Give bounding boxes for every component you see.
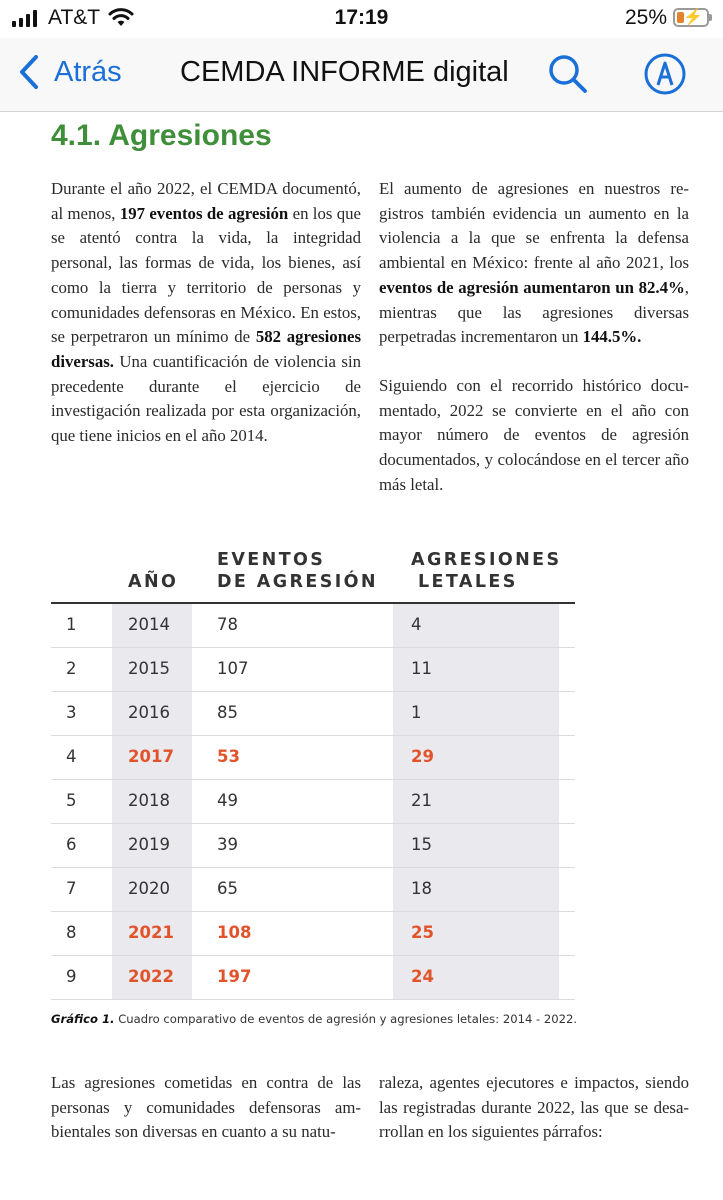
lethal-cell: 24 (411, 967, 434, 986)
row-index-cell: 7 (66, 879, 77, 898)
clock: 17:19 (334, 6, 389, 29)
events-cell: 65 (217, 879, 238, 898)
back-button[interactable]: Atrás (18, 54, 122, 90)
table-row: 4 2017 53 29 (51, 736, 575, 780)
lethal-cell: 1 (411, 703, 422, 722)
lethal-cell: 4 (411, 615, 422, 634)
table-caption: Gráfico 1. Cuadro comparativo de eventos… (51, 1012, 578, 1026)
row-index-cell: 3 (66, 703, 77, 722)
events-cell: 85 (217, 703, 238, 722)
year-cell: 2020 (128, 879, 170, 898)
search-icon[interactable] (546, 52, 590, 96)
year-cell: 2014 (128, 615, 170, 634)
row-index-cell: 8 (66, 923, 77, 942)
markup-pen-icon[interactable] (643, 52, 687, 96)
table-row: 7 2020 65 18 (51, 868, 575, 912)
battery-charging-icon: ⚡ (673, 8, 712, 27)
row-index-cell: 9 (66, 967, 77, 986)
table-row: 3 2016 85 1 (51, 692, 575, 736)
header-events-line2: DE AGRESIÓN (217, 572, 378, 592)
header-lethal-line1: AGRESIONES (411, 550, 562, 570)
lethal-cell: 25 (411, 923, 434, 942)
back-button-label: Atrás (54, 55, 122, 88)
events-cell: 53 (217, 747, 240, 766)
table-row: 6 2019 39 15 (51, 824, 575, 868)
intro-right-column: El aumento de agresiones en nuestros re­… (379, 177, 689, 497)
year-cell: 2017 (128, 747, 174, 766)
document-title: CEMDA INFORME digital (180, 56, 509, 88)
closing-left-paragraph: Las agresiones cometidas en contra de la… (51, 1073, 361, 1142)
table-row: 5 2018 49 21 (51, 780, 575, 824)
row-index-cell: 2 (66, 659, 77, 678)
year-cell: 2016 (128, 703, 170, 722)
intro-left-paragraph: Durante el año 2022, el CEMDA documen­tó… (51, 179, 362, 446)
table-row: 8 2021 108 25 (51, 912, 575, 956)
intro-right-paragraph-2: Siguiendo con el recorrido histórico doc… (379, 375, 689, 494)
intro-right-paragraph-1: El aumento de agresiones en nuestros re­… (379, 179, 689, 347)
events-cell: 78 (217, 615, 238, 634)
closing-right-column: raleza, agentes ejecutores e impactos, s… (379, 1071, 689, 1145)
lethal-cell: 18 (411, 879, 432, 898)
status-bar: AT&T 17:19 25% ⚡ (0, 0, 723, 38)
header-lethal-line2: LETALES (418, 572, 518, 592)
lethal-cell: 15 (411, 835, 432, 854)
year-cell: 2015 (128, 659, 170, 678)
year-cell: 2022 (128, 967, 174, 986)
lethal-cell: 29 (411, 747, 434, 766)
chevron-left-icon (20, 55, 38, 89)
events-cell: 49 (217, 791, 238, 810)
year-cell: 2018 (128, 791, 170, 810)
header-year: AÑO (128, 572, 179, 592)
table-row: 9 2022 197 24 (51, 956, 575, 1000)
lethal-cell: 11 (411, 659, 432, 678)
row-index-cell: 1 (66, 615, 77, 634)
table-row: 2 2015 107 11 (51, 648, 575, 692)
row-index-cell: 6 (66, 835, 77, 854)
events-cell: 108 (217, 923, 252, 942)
document-page[interactable]: 4.1. Agresiones Durante el año 2022, el … (0, 113, 723, 1200)
header-events-line1: EVENTOS (217, 550, 326, 570)
lethal-cell: 21 (411, 791, 432, 810)
events-cell: 197 (217, 967, 252, 986)
table-row: 1 2014 78 4 (51, 604, 575, 648)
section-title: 4.1. Agresiones (51, 119, 272, 152)
row-index-cell: 5 (66, 791, 77, 810)
closing-left-column: Las agresiones cometidas en contra de la… (51, 1071, 361, 1145)
battery-percent: 25% (624, 6, 667, 29)
row-index-cell: 4 (66, 747, 77, 766)
charging-bolt-icon: ⚡ (683, 9, 703, 26)
events-cell: 39 (217, 835, 238, 854)
year-cell: 2019 (128, 835, 170, 854)
navigation-bar: Atrás CEMDA INFORME digital (0, 38, 723, 112)
year-cell: 2021 (128, 923, 174, 942)
closing-right-paragraph: raleza, agentes ejecutores e impactos, s… (379, 1073, 689, 1142)
intro-left-column: Durante el año 2022, el CEMDA documen­tó… (51, 177, 361, 449)
events-cell: 107 (217, 659, 249, 678)
